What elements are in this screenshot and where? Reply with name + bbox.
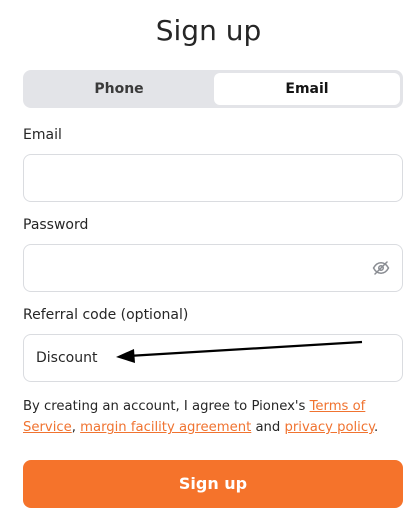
- page-title: Sign up: [155, 14, 262, 47]
- email-field-container: [23, 154, 403, 202]
- sign-up-button[interactable]: Sign up: [23, 460, 403, 508]
- margin-facility-agreement-link[interactable]: margin facility agreement: [80, 420, 251, 435]
- tab-phone[interactable]: Phone: [26, 73, 212, 105]
- agreement-suffix: .: [374, 420, 379, 435]
- referral-label: Referral code (optional): [23, 307, 189, 323]
- email-label: Email: [23, 127, 62, 143]
- agreement-prefix: By creating an account, I agree to Pione…: [23, 399, 310, 414]
- agreement-sep1: ,: [71, 420, 81, 435]
- agreement-text: By creating an account, I agree to Pione…: [23, 396, 393, 438]
- password-field[interactable]: [24, 245, 402, 291]
- annotation-arrow: [116, 340, 363, 363]
- agreement-sep2: and: [251, 420, 285, 435]
- password-label: Password: [23, 217, 89, 233]
- tab-email[interactable]: Email: [214, 73, 400, 105]
- signup-method-tabs: Phone Email: [23, 70, 403, 108]
- privacy-policy-link[interactable]: privacy policy: [284, 420, 374, 435]
- password-field-container: [23, 244, 403, 292]
- eye-slash-icon[interactable]: [372, 259, 390, 277]
- email-field[interactable]: [24, 155, 402, 201]
